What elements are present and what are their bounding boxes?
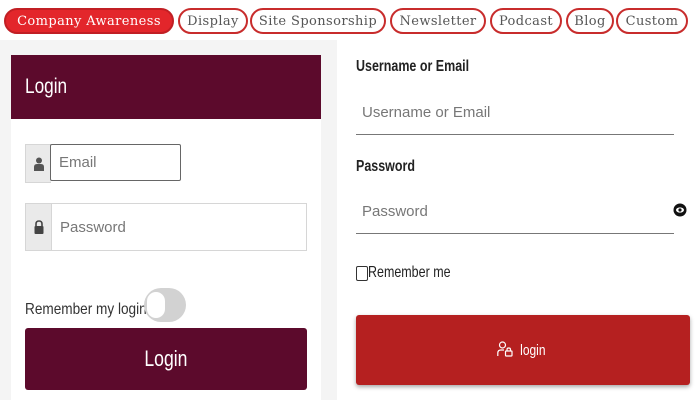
email-input-group xyxy=(25,144,195,183)
login-button[interactable]: Login xyxy=(25,328,307,390)
user-lock-icon xyxy=(497,340,513,360)
eye-icon[interactable] xyxy=(672,202,688,218)
remember-login-toggle[interactable] xyxy=(144,288,186,322)
right-login-form: Username or Email Password Remember me l… xyxy=(348,40,700,400)
tab-site-sponsorship[interactable]: Site Sponsorship xyxy=(250,8,386,34)
login-button-right[interactable]: login xyxy=(356,315,690,385)
email-input[interactable] xyxy=(50,144,181,181)
username-label: Username or Email xyxy=(356,58,470,75)
password-input-right[interactable] xyxy=(356,189,674,233)
username-input[interactable] xyxy=(356,90,674,134)
login-button-label: Login xyxy=(144,346,188,371)
tab-blog[interactable]: Blog xyxy=(566,8,614,34)
clipped-link-text xyxy=(478,392,578,402)
password-field-wrap xyxy=(356,189,687,234)
tab-display[interactable]: Display xyxy=(178,8,248,34)
left-login-panel: Login Remember my login Login xyxy=(0,40,337,400)
password-input-group xyxy=(25,203,307,251)
password-input[interactable] xyxy=(52,204,307,250)
login-card-header: Login xyxy=(11,55,321,119)
remember-login-label: Remember my login xyxy=(25,301,147,318)
remember-me-checkbox[interactable] xyxy=(356,266,368,281)
login-card-title: Login xyxy=(25,75,68,98)
password-label: Password xyxy=(356,158,415,175)
tab-podcast[interactable]: Podcast xyxy=(490,8,562,34)
username-field-wrap xyxy=(356,90,674,135)
tab-company-awareness[interactable]: Company Awareness xyxy=(4,8,174,34)
tab-newsletter[interactable]: Newsletter xyxy=(390,8,486,34)
user-icon xyxy=(25,144,51,183)
login-card: Login Remember my login Login xyxy=(11,55,321,400)
category-tabs: Company Awareness Display Site Sponsorsh… xyxy=(0,8,700,36)
lock-icon xyxy=(26,204,52,250)
remember-me-label: Remember me xyxy=(368,264,451,281)
toggle-knob xyxy=(147,292,165,318)
login-button-right-label: login xyxy=(520,341,546,359)
tab-custom[interactable]: Custom xyxy=(616,8,688,34)
